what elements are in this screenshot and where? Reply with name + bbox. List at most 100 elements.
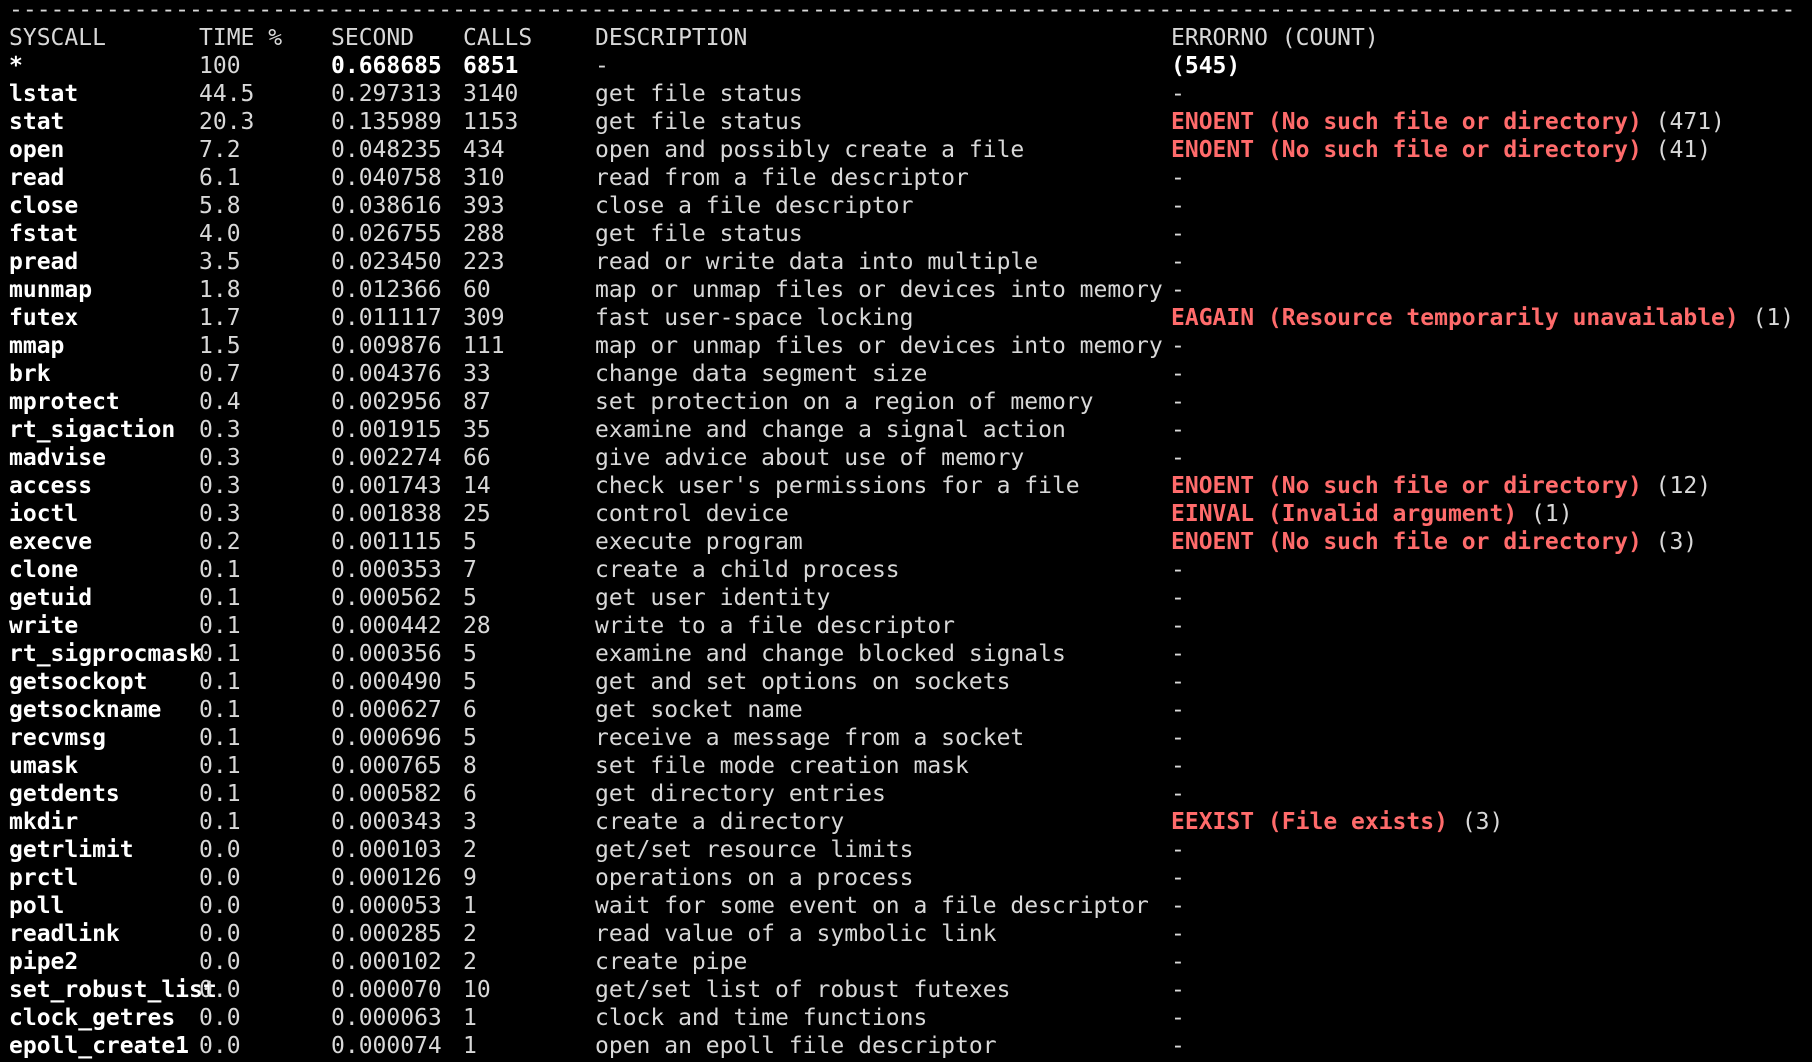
total-syscall: * [9,53,23,79]
errno-count: - [1171,417,1185,443]
seconds-value: 0.000627 [331,697,442,723]
errno-cell: - [1171,220,1185,248]
description-text: get file status [595,109,803,135]
description-text: get file status [595,221,803,247]
total-time: 100 [199,53,241,79]
seconds-value: 0.001915 [331,417,442,443]
errno-count: - [1171,921,1185,947]
syscall-name: close [9,193,79,219]
errno-cell: - [1171,444,1185,472]
errno-count: - [1171,333,1185,359]
time-percent: 4.0 [199,221,241,247]
description-text: get/set list of robust futexes [595,977,1011,1003]
seconds-value: 0.001838 [331,501,442,527]
syscall-name: mprotect [9,389,120,415]
time-percent: 0.1 [199,613,241,639]
seconds-value: 0.000442 [331,613,442,639]
errno-cell: ENOENT (No such file or directory) (3) [1171,528,1697,556]
errno-cell: - [1171,724,1185,752]
calls-count: 8 [463,753,477,779]
time-percent: 0.1 [199,753,241,779]
description-text: map or unmap files or devices into memor… [595,333,1163,359]
errno-code: ENOENT (No such file or directory) [1171,109,1642,135]
errno-cell: - [1171,696,1185,724]
table-row: read 6.1 0.040758 310 read from a file descr… [0,164,1812,192]
errno-cell: - [1171,836,1185,864]
header-syscall: SYSCALL [9,25,106,51]
calls-count: 9 [463,865,477,891]
syscall-name: access [9,473,93,499]
time-percent: 6.1 [199,165,241,191]
errno-count: - [1171,445,1185,471]
header-second: SECOND [331,25,415,51]
seconds-value: 0.040758 [331,165,442,191]
table-row: getrlimit 0.0 0.000103 2 get/set resource li… [0,836,1812,864]
description-text: set protection on a region of memory [595,389,1094,415]
errno-count: - [1171,613,1185,639]
description-text: clock and time functions [595,1005,928,1031]
syscall-name: clock_getres [9,1005,176,1031]
syscall-name: umask [9,753,79,779]
calls-count: 6 [463,697,477,723]
description-text: operations on a process [595,865,914,891]
seconds-value: 0.000696 [331,725,442,751]
syscall-rows: lstat 44.5 0.297313 3140 get file status - sta… [0,80,1812,1060]
calls-count: 1 [463,1005,477,1031]
errno-count: - [1171,725,1185,751]
time-percent: 44.5 [199,81,255,107]
errno-count: - [1171,837,1185,863]
errno-count: - [1171,753,1185,779]
table-row: futex 1.7 0.011117 309 fast user-space locki… [0,304,1812,332]
total-second: 0.668685 [331,53,442,79]
errno-count: - [1171,249,1185,275]
time-percent: 0.1 [199,781,241,807]
calls-count: 3 [463,809,477,835]
description-text: map or unmap files or devices into memor… [595,277,1163,303]
time-percent: 0.0 [199,837,241,863]
errno-count: - [1171,277,1185,303]
description-text: execute program [595,529,803,555]
total-calls: 6851 [463,53,519,79]
syscall-name: lstat [9,81,79,107]
syscall-name: getsockname [9,697,162,723]
description-text: read value of a symbolic link [595,921,997,947]
total-row: * 100 0.668685 6851 - (545) [0,52,1812,80]
calls-count: 309 [463,305,505,331]
description-text: examine and change a signal action [595,417,1066,443]
header-time: TIME % [199,25,283,51]
table-row: clone 0.1 0.000353 7 create a child process - [0,556,1812,584]
description-text: check user's permissions for a file [595,473,1080,499]
table-row: open 7.2 0.048235 434 open and possibly crea… [0,136,1812,164]
time-percent: 5.8 [199,193,241,219]
seconds-value: 0.002274 [331,445,442,471]
time-percent: 0.1 [199,557,241,583]
seconds-value: 0.000562 [331,585,442,611]
description-text: get directory entries [595,781,886,807]
seconds-value: 0.000582 [331,781,442,807]
time-percent: 0.1 [199,809,241,835]
syscall-name: pread [9,249,79,275]
errno-code: EINVAL (Invalid argument) [1171,501,1518,527]
syscall-name: futex [9,305,79,331]
description-text: get and set options on sockets [595,669,1011,695]
calls-count: 5 [463,529,477,555]
description-text: read or write data into multiple [595,249,1039,275]
header-description: DESCRIPTION [595,25,748,51]
errno-cell: EAGAIN (Resource temporarily unavailable… [1171,304,1794,332]
errno-cell: - [1171,164,1185,192]
time-percent: 0.1 [199,697,241,723]
calls-count: 223 [463,249,505,275]
errno-cell: - [1171,752,1185,780]
seconds-value: 0.000053 [331,893,442,919]
table-row: readlink 0.0 0.000285 2 read value of a symb… [0,920,1812,948]
syscall-name: set_robust_list [9,977,217,1003]
errno-code: ENOENT (No such file or directory) [1171,473,1642,499]
description-text: create a directory [595,809,845,835]
syscall-name: read [9,165,65,191]
time-percent: 0.0 [199,893,241,919]
errno-count: - [1171,893,1185,919]
seconds-value: 0.000063 [331,1005,442,1031]
table-row: ioctl 0.3 0.001838 25 control device EINVAL (… [0,500,1812,528]
calls-count: 1 [463,893,477,919]
time-percent: 0.3 [199,473,241,499]
